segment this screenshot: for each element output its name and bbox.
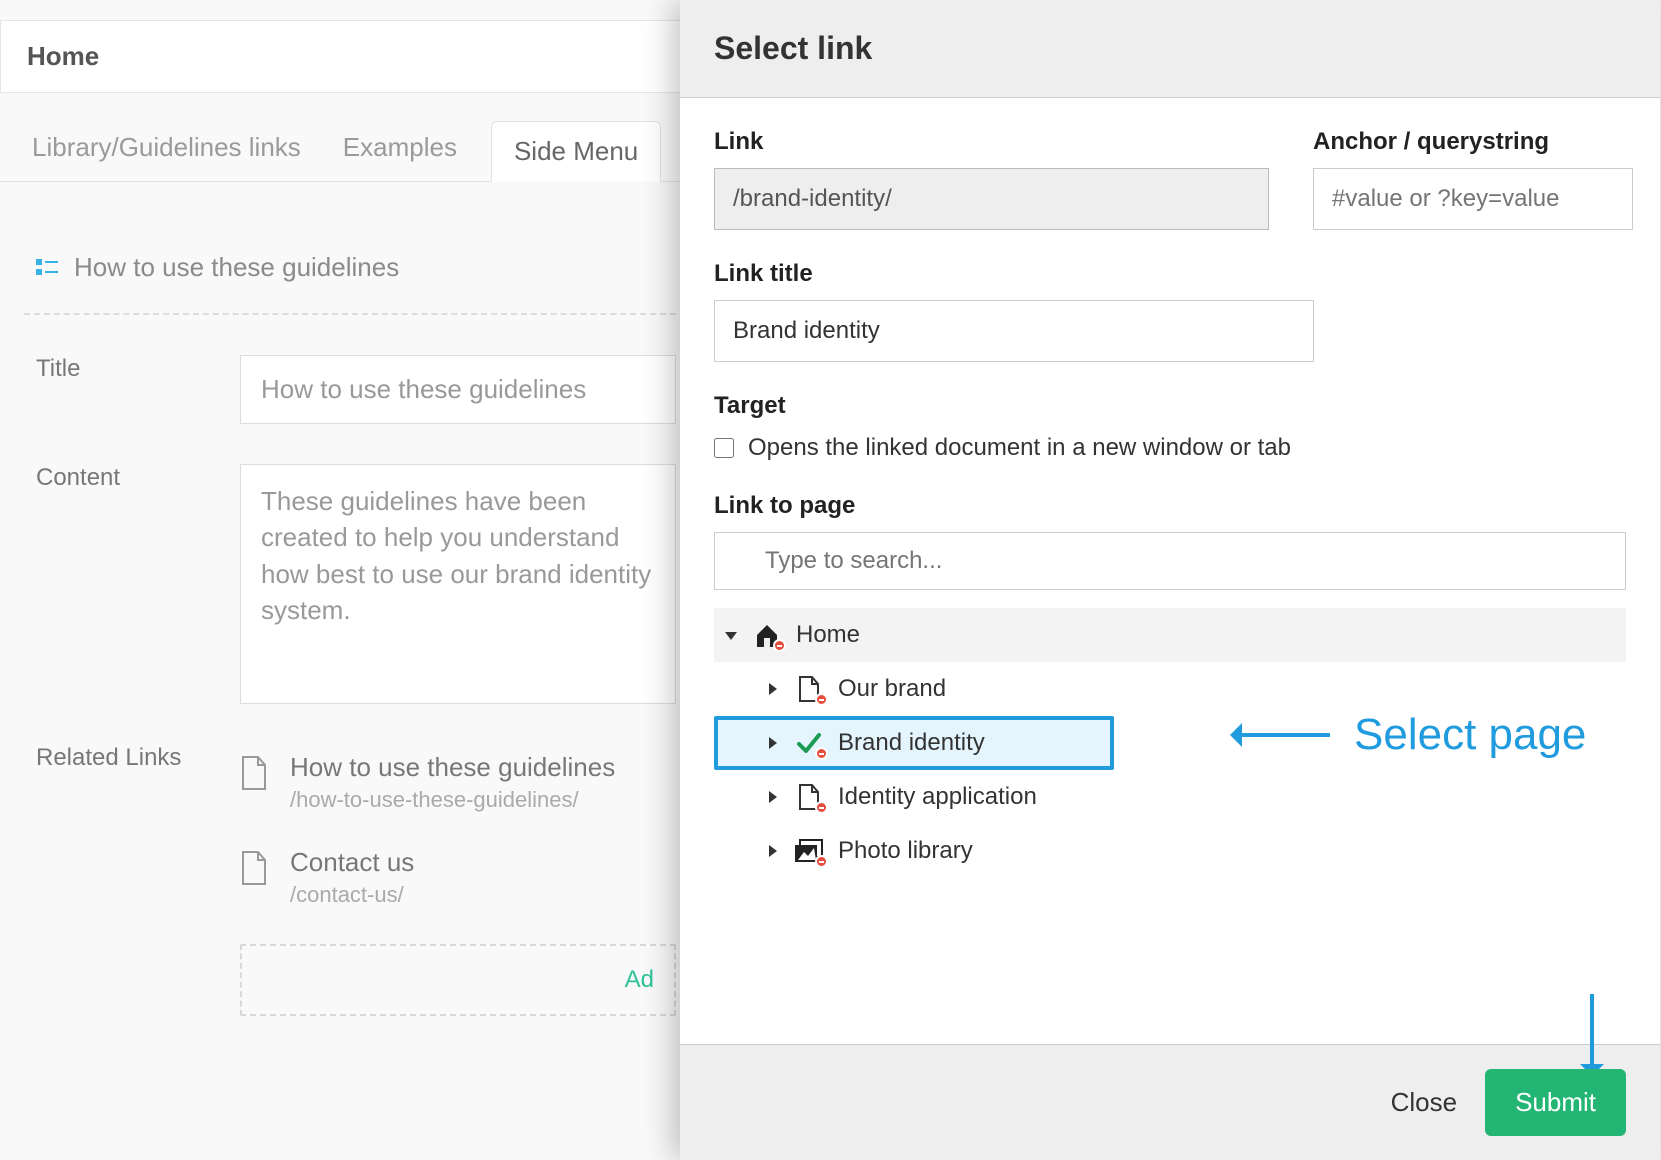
anchor-label: Anchor / querystring [1313,128,1633,156]
related-link-item[interactable]: How to use these guidelines /how-to-use-… [240,744,676,821]
side-menu-section: How to use these guidelines Title Conten… [0,182,700,1016]
modal-body: Link Anchor / querystring Link title Tar… [680,98,1660,1044]
restricted-badge-icon [815,747,828,760]
tree-node-our-brand[interactable]: Our brand [714,662,1626,716]
target-checkbox[interactable] [714,438,734,458]
background-page: Home Library/Guidelines links Examples S… [0,0,700,1160]
tree-node-brand-identity[interactable]: Brand identity [714,716,1114,770]
related-links-label: Related Links [36,744,216,1016]
target-checkbox-label: Opens the linked document in a new windo… [748,434,1291,462]
restricted-badge-icon [815,801,828,814]
add-related-link[interactable]: Ad [240,944,676,1016]
home-bar: Home [0,20,700,93]
select-link-modal: Select link Link Anchor / querystring Li… [680,0,1660,1160]
tab-side-menu[interactable]: Side Menu [491,121,661,182]
modal-title: Select link [680,0,1660,98]
tree-node-label: Our brand [838,675,946,703]
arrow-left-icon [1240,733,1330,737]
document-icon [240,851,268,885]
annotation-label: Select page [1354,710,1586,760]
section-title: How to use these guidelines [74,252,399,283]
related-link-path: /contact-us/ [290,882,414,908]
check-icon [794,728,824,758]
section-header: How to use these guidelines [24,222,676,315]
document-icon [794,782,824,812]
caret-right-icon [766,844,780,858]
target-checkbox-row[interactable]: Opens the linked document in a new windo… [714,434,1626,462]
related-links-list: How to use these guidelines /how-to-use-… [240,744,676,1016]
related-link-item[interactable]: Contact us /contact-us/ [240,839,676,916]
content-label: Content [36,464,216,704]
tree-node-photo-library[interactable]: Photo library [714,824,1626,878]
content-textarea[interactable] [240,464,676,704]
link-title-label: Link title [714,260,1626,288]
page-search-input[interactable] [714,532,1626,590]
tree-node-label: Brand identity [838,729,985,757]
title-input[interactable] [240,355,676,424]
restricted-badge-icon [815,693,828,706]
caret-right-icon [766,790,780,804]
form-grid: Title Content Related Links How to use t… [24,315,676,1016]
tab-library-links[interactable]: Library/Guidelines links [24,122,309,181]
tree-node-label: Home [796,621,860,649]
restricted-badge-icon [773,639,786,652]
link-input[interactable] [714,168,1269,230]
anchor-input[interactable] [1313,168,1633,230]
caret-right-icon [766,736,780,750]
link-title-input[interactable] [714,300,1314,362]
restricted-badge-icon [815,855,828,868]
modal-footer: Close Submit [680,1044,1660,1160]
target-label: Target [714,392,1626,420]
tree-node-label: Identity application [838,783,1037,811]
document-icon [794,674,824,704]
related-link-title: Contact us [290,847,414,878]
tree-node-identity-application[interactable]: Identity application [714,770,1626,824]
related-link-path: /how-to-use-these-guidelines/ [290,787,615,813]
document-icon [240,756,268,790]
tab-examples[interactable]: Examples [335,122,465,181]
related-link-title: How to use these guidelines [290,752,615,783]
caret-right-icon [766,682,780,696]
close-button[interactable]: Close [1391,1087,1457,1118]
home-icon [752,620,782,650]
link-label: Link [714,128,1269,156]
tabs-row: Library/Guidelines links Examples Side M… [0,93,700,182]
caret-down-icon [724,628,738,642]
list-icon [36,259,58,277]
title-label: Title [36,355,216,424]
link-to-page-label: Link to page [714,492,1626,520]
annotation-select-page: Select page [1240,710,1586,760]
tree-node-home[interactable]: Home [714,608,1626,662]
arrow-down-icon [1590,994,1594,1066]
submit-button[interactable]: Submit [1485,1069,1626,1136]
tree-node-label: Photo library [838,837,973,865]
image-stack-icon [794,836,824,866]
